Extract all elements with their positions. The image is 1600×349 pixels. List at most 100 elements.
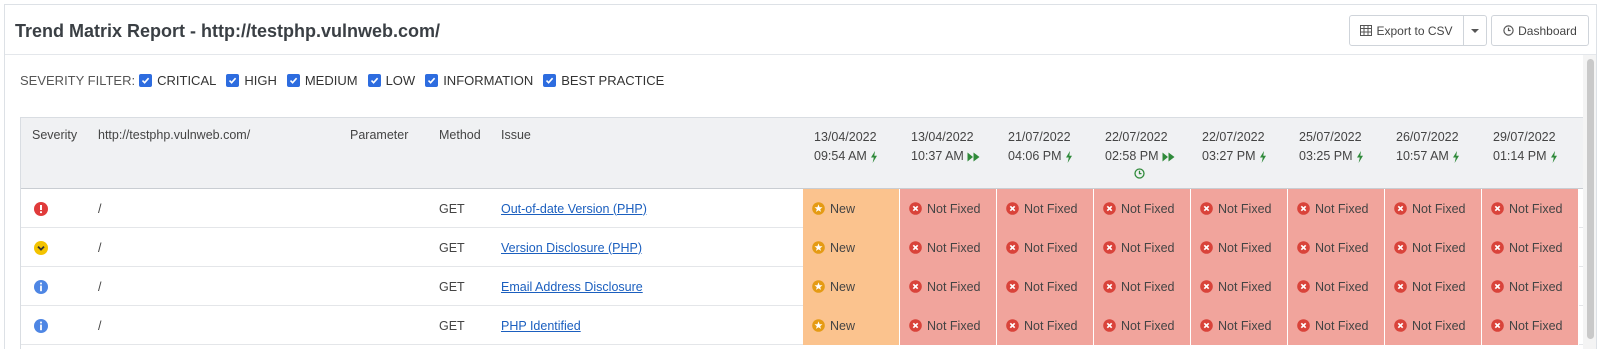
not-fixed-icon: [1297, 280, 1310, 293]
scan-time: 03:27 PM: [1202, 149, 1256, 163]
status-not-fixed: Not Fixed: [1191, 228, 1288, 267]
url-cell: /: [98, 279, 102, 294]
not-fixed-icon: [909, 202, 922, 215]
panel-header: Trend Matrix Report - http://testphp.vul…: [5, 5, 1596, 55]
status-not-fixed: Not Fixed: [900, 267, 997, 306]
status-not-fixed: Not Fixed: [997, 267, 1094, 306]
export-csv-button[interactable]: Export to CSV: [1349, 15, 1464, 46]
dashboard-button[interactable]: Dashboard: [1491, 15, 1589, 46]
status-label: Not Fixed: [1412, 279, 1466, 294]
status-label: Not Fixed: [1024, 240, 1078, 255]
scan-time: 10:37 AM: [911, 149, 964, 163]
not-fixed-icon: [1103, 319, 1116, 332]
status-not-fixed: Not Fixed: [1094, 306, 1191, 345]
table-row: / GET Out-of-date Version (PHP) New Not Fixe…: [21, 189, 1583, 228]
status-label: Not Fixed: [1412, 201, 1466, 216]
status-not-fixed: Not Fixed: [1288, 306, 1385, 345]
scan-time: 02:58 PM: [1105, 149, 1159, 163]
status-label: Not Fixed: [927, 279, 981, 294]
status-not-fixed: Not Fixed: [997, 306, 1094, 345]
export-csv-label: Export to CSV: [1376, 23, 1453, 38]
status-new: New: [803, 306, 900, 345]
export-options-dropdown[interactable]: [1463, 15, 1487, 46]
status-new: New: [803, 228, 900, 267]
scan-column-header[interactable]: 21/07/2022 04:06 PM: [1008, 128, 1088, 166]
scan-date: 21/07/2022: [1008, 130, 1071, 144]
filter-label: BEST PRACTICE: [561, 73, 665, 88]
scan-column-header[interactable]: 26/07/2022 10:57 AM: [1396, 128, 1476, 166]
checkbox-checked-icon[interactable]: [286, 74, 300, 87]
checkbox-checked-icon[interactable]: [226, 74, 240, 87]
issue-link[interactable]: Email Address Disclosure: [501, 280, 643, 294]
severity-filter-label: SEVERITY FILTER:: [20, 73, 136, 88]
status-label: New: [830, 279, 856, 294]
status-not-fixed: Not Fixed: [1385, 189, 1482, 228]
not-fixed-icon: [1200, 280, 1213, 293]
status-label: Not Fixed: [927, 318, 981, 333]
scan-column-header[interactable]: 13/04/2022 09:54 AM: [814, 128, 894, 166]
trend-matrix-table: Severity http://testphp.vulnweb.com/ Par…: [20, 117, 1583, 349]
scan-date: 22/07/2022: [1202, 130, 1265, 144]
page-title: Trend Matrix Report - http://testphp.vul…: [15, 21, 441, 41]
filter-high[interactable]: HIGH: [226, 73, 277, 88]
fast-forward-icon: [964, 152, 980, 162]
scan-column-header[interactable]: 22/07/2022 02:58 PM: [1105, 128, 1185, 179]
scan-date: 22/07/2022: [1105, 130, 1168, 144]
table-row: / GET Version Disclosure (PHP) New Not Fixed…: [21, 228, 1583, 267]
scrollbar-thumb[interactable]: [1587, 59, 1594, 339]
filter-critical[interactable]: CRITICAL: [139, 73, 216, 88]
checkbox-checked-icon[interactable]: [139, 74, 153, 87]
col-url: http://testphp.vulnweb.com/: [98, 128, 251, 142]
filter-label: INFORMATION: [443, 73, 534, 88]
checkbox-checked-icon[interactable]: [543, 74, 557, 87]
status-label: Not Fixed: [1315, 201, 1369, 216]
filter-low[interactable]: LOW: [367, 73, 416, 88]
not-fixed-icon: [1006, 280, 1019, 293]
lightning-icon: [1353, 150, 1364, 163]
scan-time: 10:57 AM: [1396, 149, 1449, 163]
scan-column-header[interactable]: 25/07/2022 03:25 PM: [1299, 128, 1379, 166]
issue-link[interactable]: Out-of-date Version (PHP): [501, 202, 647, 216]
filter-best-practice[interactable]: BEST PRACTICE: [543, 73, 664, 88]
lightning-icon: [1449, 150, 1460, 163]
status-label: Not Fixed: [1509, 240, 1563, 255]
filter-medium[interactable]: MEDIUM: [286, 73, 358, 88]
scan-column-header[interactable]: 13/04/2022 10:37 AM: [911, 128, 991, 166]
issue-link[interactable]: PHP Identified: [501, 319, 581, 333]
status-label: Not Fixed: [1412, 240, 1466, 255]
status-not-fixed: Not Fixed: [900, 189, 997, 228]
col-issue: Issue: [501, 128, 531, 142]
status-not-fixed: Not Fixed: [1482, 267, 1579, 306]
status-not-fixed: Not Fixed: [900, 306, 997, 345]
checkbox-checked-icon[interactable]: [425, 74, 439, 87]
not-fixed-icon: [1491, 241, 1504, 254]
caret-down-icon: [1471, 28, 1479, 33]
url-cell: /: [98, 240, 102, 255]
url-cell: /: [98, 318, 102, 333]
issue-link[interactable]: Version Disclosure (PHP): [501, 241, 642, 255]
status-label: New: [830, 240, 856, 255]
scan-column-header[interactable]: 29/07/2022 01:14 PM: [1493, 128, 1573, 166]
scan-date: 13/04/2022: [814, 130, 877, 144]
trend-matrix-panel: Trend Matrix Report - http://testphp.vul…: [4, 4, 1597, 349]
status-label: Not Fixed: [1509, 318, 1563, 333]
filter-information[interactable]: INFORMATION: [425, 73, 533, 88]
checkbox-checked-icon[interactable]: [367, 74, 381, 87]
vertical-scrollbar[interactable]: [1583, 55, 1596, 349]
status-not-fixed: Not Fixed: [1482, 306, 1579, 345]
filter-label: LOW: [385, 73, 416, 88]
status-not-fixed: Not Fixed: [1094, 267, 1191, 306]
not-fixed-icon: [1394, 319, 1407, 332]
status-label: Not Fixed: [1218, 201, 1272, 216]
status-label: Not Fixed: [1315, 279, 1369, 294]
not-fixed-icon: [1297, 241, 1310, 254]
new-star-icon: [812, 319, 825, 332]
information-severity-icon: [34, 267, 48, 306]
not-fixed-icon: [1006, 319, 1019, 332]
status-new: New: [803, 189, 900, 228]
status-label: Not Fixed: [1218, 279, 1272, 294]
new-star-icon: [812, 280, 825, 293]
not-fixed-icon: [1200, 319, 1213, 332]
table-row: / GET PHP Identified New Not Fixed Not Fixed N…: [21, 306, 1583, 345]
scan-column-header[interactable]: 22/07/2022 03:27 PM: [1202, 128, 1282, 166]
